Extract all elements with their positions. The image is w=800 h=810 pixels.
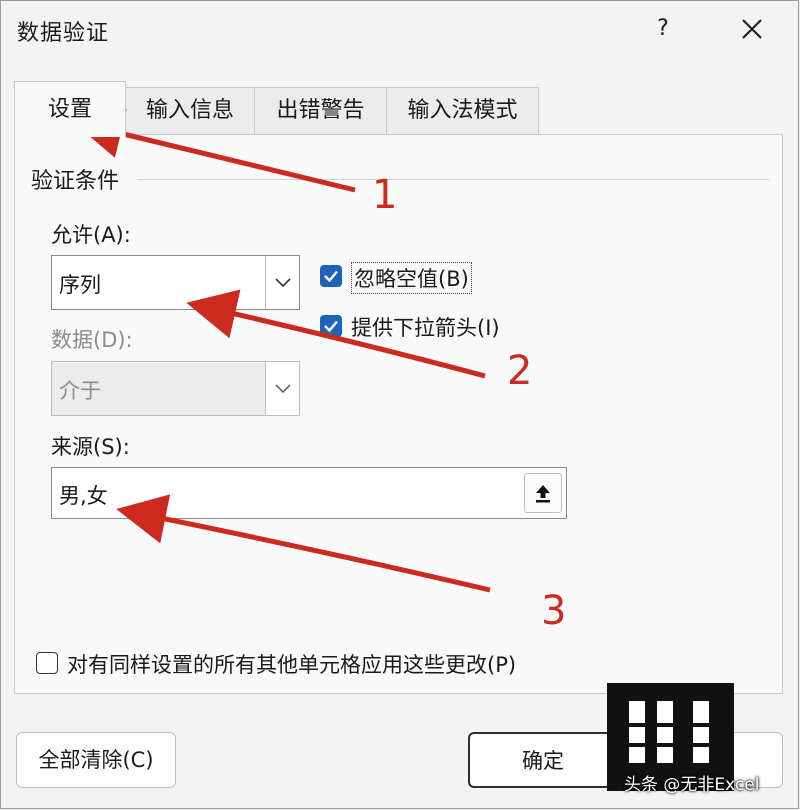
watermark-text: 头条 @无非Excel: [624, 775, 760, 795]
tab-input-message[interactable]: 输入信息: [125, 87, 255, 135]
validation-criteria-heading: 验证条件: [31, 169, 120, 194]
chevron-down-icon: [274, 383, 291, 393]
apply-all-checkbox[interactable]: [36, 652, 58, 674]
tab-ime-mode-label: 输入法模式: [407, 98, 518, 123]
step-number-1: 1: [372, 172, 398, 218]
allow-select[interactable]: 序列: [51, 255, 300, 310]
ignore-blank-label[interactable]: 忽略空值(B): [351, 262, 472, 294]
tab-input-message-label: 输入信息: [145, 98, 234, 123]
data-label: 数据(D):: [51, 328, 133, 352]
tab-settings[interactable]: 设置: [14, 81, 126, 137]
ignore-blank-checkbox[interactable]: [320, 265, 342, 287]
allow-label: 允许(A):: [51, 223, 131, 247]
arrow-up-icon: [536, 485, 550, 503]
in-cell-dropdown-label[interactable]: 提供下拉箭头(I): [351, 312, 500, 342]
step-number-2: 2: [507, 348, 533, 394]
clear-all-button[interactable]: 全部清除(C): [16, 732, 176, 788]
source-label: 来源(S):: [51, 435, 130, 459]
data-dropdown-arrow: [265, 362, 299, 415]
tab-error-alert[interactable]: 出错警告: [254, 87, 387, 135]
source-input-value: 男,女: [59, 484, 108, 508]
apply-all-label[interactable]: 对有同样设置的所有其他单元格应用这些更改(P): [67, 649, 516, 679]
tab-ime-mode[interactable]: 输入法模式: [386, 87, 539, 135]
data-select: 介于: [51, 361, 300, 416]
in-cell-dropdown-checkbox[interactable]: [320, 315, 342, 337]
chevron-down-icon: [274, 277, 291, 287]
dialog-title: 数据验证: [17, 21, 110, 46]
data-select-value: 介于: [59, 379, 101, 403]
tab-error-alert-label: 出错警告: [276, 98, 365, 123]
allow-select-value: 序列: [59, 273, 101, 297]
checkmark-icon: [324, 320, 338, 333]
allow-dropdown-arrow[interactable]: [265, 256, 299, 309]
ok-button[interactable]: 确定: [468, 732, 618, 788]
step-number-3: 3: [541, 588, 567, 634]
group-divider: [137, 179, 769, 180]
range-select-button[interactable]: [524, 473, 562, 513]
source-input[interactable]: 男,女: [51, 467, 567, 519]
close-button[interactable]: [734, 11, 770, 47]
checkmark-icon: [324, 270, 338, 283]
tab-settings-label: 设置: [47, 97, 92, 122]
help-button[interactable]: ?: [649, 13, 677, 45]
close-icon: [742, 19, 762, 39]
